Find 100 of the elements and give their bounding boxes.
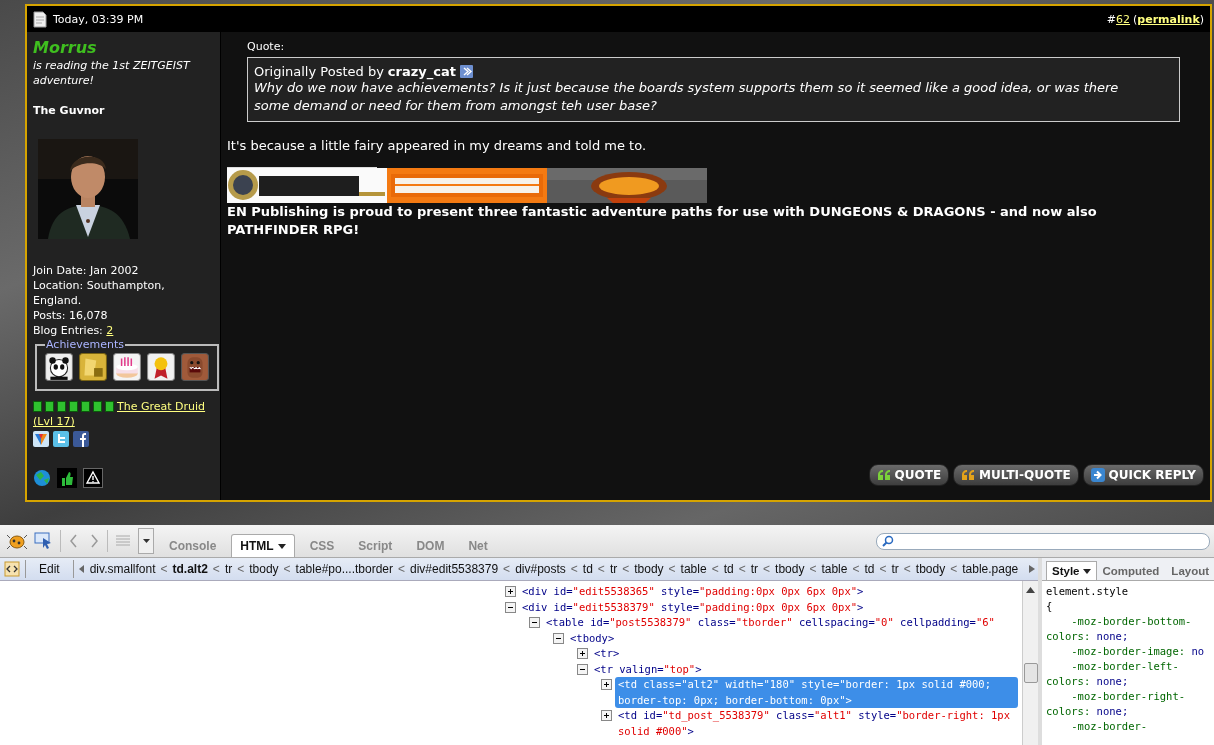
expand-icon[interactable] [601,679,612,690]
reputation-pip-icon [57,401,66,412]
scroll-left-icon[interactable] [78,565,85,573]
breadcrumb-item[interactable]: tr [750,562,759,576]
panel-tab[interactable]: HTML [231,534,295,557]
post-message: It's because a little fairy appeared in my dreams and told me to. [227,138,648,153]
quick-reply-button[interactable]: QUICK REPLY [1082,464,1204,486]
breadcrumb-item[interactable]: tr [224,562,233,576]
user-title: The Guvnor [33,104,105,117]
html-node[interactable]: <td id="td_post_5538379" class="alt1" style="border-right: 1px solid #000"> [615,708,1018,739]
paren: ) [1199,12,1204,26]
reputation-pip-icon [69,401,78,412]
breadcrumb-item[interactable]: table [821,562,848,576]
breadcrumb-item[interactable]: tbody [634,562,664,576]
side-panel-tab[interactable]: Style [1046,561,1097,580]
breadcrumb-separator: < [398,562,406,576]
breadcrumb-item[interactable]: div#posts [515,562,566,576]
breadcrumb-separator: < [903,562,911,576]
quote-author: crazy_cat [387,64,456,79]
breadcrumb-separator: < [738,562,746,576]
quote-text: Why do we now have achievements? Is it just because the boards system supports them so it seemed like a good idea, or was there some demand or need for them from amongst teh user base? [254,80,1120,115]
warning-icon[interactable] [83,468,103,488]
breadcrumb-separator: < [160,562,168,576]
collapse-icon[interactable] [553,632,564,644]
css-declaration[interactable]: -moz-border- [1046,719,1214,734]
badge-icon[interactable] [79,353,107,381]
multi-quote-button[interactable]: MULTI-QUOTE [953,464,1079,486]
username-link[interactable]: Morrus [33,38,97,57]
breadcrumb-item[interactable]: table#po....tborder [295,562,393,576]
blog-entries-label: Blog Entries: [33,324,103,337]
breadcrumb-item[interactable]: table [680,562,707,576]
search-icon [882,535,894,547]
html-node[interactable]: <div id="edit5538365" style="padding:0px 0px 6px 0px"> [519,584,867,600]
breadcrumb-item[interactable]: td [723,562,734,576]
breadcrumb-separator: < [503,562,511,576]
breadcrumb-separator: < [283,562,291,576]
breadcrumb-item[interactable]: tr [609,562,618,576]
expand-icon[interactable] [505,586,516,597]
globe-icon[interactable] [33,469,51,487]
breadcrumb-item[interactable]: div#edit5538379 [410,562,499,576]
collapse-icon[interactable] [505,601,516,613]
expand-icon[interactable] [577,648,588,659]
bug-icon[interactable] [6,532,28,550]
breadcrumb-separator: < [852,562,860,576]
css-declaration[interactable]: -moz-border-bottom-colors: none; [1046,614,1214,644]
view-post-icon[interactable] [459,65,473,78]
html-node[interactable]: <tbody> [567,630,618,646]
reputation-pip-icon [81,401,90,412]
edit-button[interactable]: Edit [31,562,68,576]
search-field[interactable] [876,532,1210,550]
medal-icon[interactable] [147,353,175,381]
html-node[interactable]: <tr valign="top"> [591,661,705,677]
bookmark-icon[interactable] [33,431,49,447]
breadcrumb-item[interactable]: table.page [962,562,1019,576]
cake-icon[interactable] [113,353,141,381]
monster-icon[interactable] [181,353,209,381]
expand-icon[interactable] [601,710,612,721]
scroll-right-icon[interactable] [1029,565,1035,573]
document-icon [33,10,47,28]
collapse-icon[interactable] [577,663,588,675]
quote-button[interactable]: QUOTE [868,464,950,486]
panda-icon[interactable] [45,353,73,381]
css-declaration[interactable]: -moz-border-right-colors: none; [1046,689,1214,719]
scrollbar-thumb[interactable] [1023,663,1038,683]
breadcrumb-separator: < [237,562,245,576]
post-number-link[interactable]: 62 [1116,12,1131,26]
signature-text: EN Publishing is proud to present three fantastic adventure paths for use with DUNGEONS & DRAGONS - and now also PATHFINDER RPG! [227,203,1098,239]
breadcrumb-separator: < [570,562,578,576]
breadcrumb-item[interactable]: div.smallfont [89,562,156,576]
html-node[interactable]: <tr> [591,646,623,662]
source-icon[interactable] [4,561,20,577]
scroll-up-icon[interactable] [1026,587,1035,593]
blog-entries-link[interactable]: 2 [106,324,114,337]
html-node[interactable]: <div id="edit5538379" style="padding:0px 0px 6px 0px"> [519,599,867,615]
user-info: Join Date: Jan 2002 [33,263,140,278]
facebook-icon[interactable] [73,431,89,447]
breadcrumb-item[interactable]: tbody [775,562,805,576]
css-declaration[interactable]: -moz-border-image: no [1046,644,1214,659]
collapse-icon[interactable] [529,617,540,628]
rank-link[interactable]: The Great Druid (Lvl 17) [33,399,213,429]
breadcrumb-separator: < [711,562,719,576]
side-panel-tab[interactable]: Layout [1165,561,1214,580]
css-selector: element.style [1046,584,1130,599]
breadcrumb-item[interactable]: td.alt2 [172,562,208,576]
user-status: is reading the 1st ZEITGEIST adventure! [33,58,192,88]
breadcrumb-item[interactable]: tbody [249,562,279,576]
breadcrumb-item[interactable]: td [582,562,593,576]
breadcrumb-item[interactable]: td [864,562,875,576]
dropdown-button[interactable] [138,528,154,554]
breadcrumb-item[interactable]: tbody [915,562,946,576]
breadcrumb-item[interactable]: tr [891,562,899,576]
permalink-link[interactable]: permalink [1137,12,1200,26]
reputation-pip-icon [93,401,102,412]
scrollbar[interactable] [1022,581,1038,745]
css-declaration[interactable]: -moz-border-left-colors: none; [1046,659,1214,689]
quote-attribution: Originally Posted by [254,64,384,79]
reputation-pip-icon [105,401,114,412]
side-panel-tab[interactable]: Computed [1096,561,1166,580]
html-node[interactable]: <table id="post5538379" class="tborder" cellspacing="0" cellpadding="6" [543,615,998,631]
thumbs-up-icon[interactable] [57,468,77,488]
